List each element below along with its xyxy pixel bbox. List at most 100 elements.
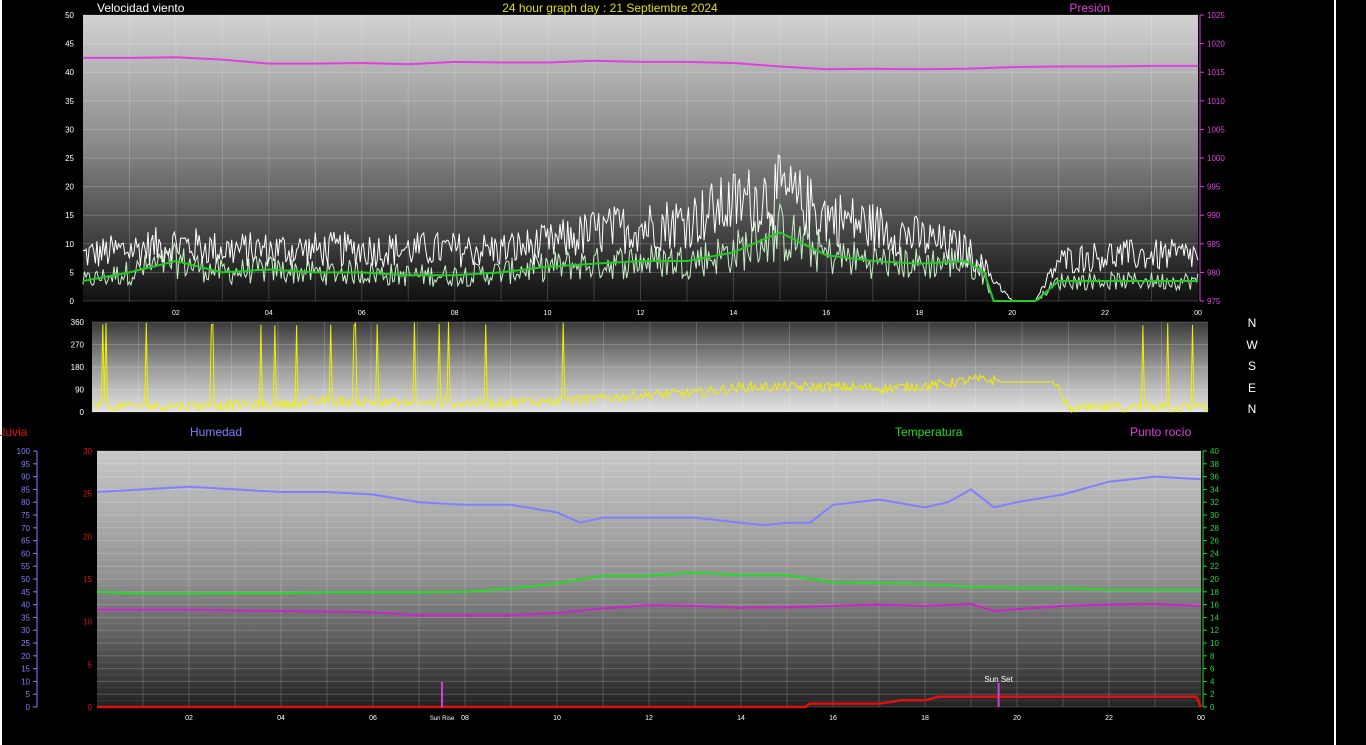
humidity-y-tick: 15	[21, 665, 30, 674]
pressure-y-tick: 980	[1207, 268, 1221, 277]
temperature-y-tick: 36	[1210, 473, 1219, 482]
temperature-y-tick: 38	[1210, 460, 1219, 469]
humidity-y-tick: 30	[21, 626, 30, 635]
temperature-y-tick: 2	[1210, 690, 1215, 699]
direction-y-tick: 90	[75, 386, 84, 395]
climate-x-tick: 00	[1197, 715, 1205, 722]
compass-n-bottom: N	[1248, 402, 1257, 416]
temperature-y-tick: 26	[1210, 537, 1219, 546]
climate-x-tick: 22	[1105, 715, 1113, 722]
rain-y-tick: 20	[83, 532, 92, 541]
left-frame-line	[0, 0, 2, 745]
compass-s: S	[1248, 359, 1256, 373]
climate-x-tick: 08	[461, 715, 469, 722]
climate-x-tick: 16	[829, 715, 837, 722]
temperature-y-tick: 0	[1210, 703, 1215, 712]
temperature-y-tick: 30	[1210, 511, 1219, 520]
right-frame-line	[1334, 0, 1336, 745]
climate-x-tick: 02	[185, 715, 193, 722]
rain-y-tick: 25	[83, 490, 92, 499]
rain-y-tick: 15	[83, 575, 92, 584]
humidity-y-tick: 75	[21, 511, 30, 520]
humidity-y-tick: 45	[21, 588, 30, 597]
wind-x-tick: 22	[1101, 310, 1109, 317]
climate-x-tick: 20	[1013, 715, 1021, 722]
direction-y-tick: 360	[71, 318, 85, 327]
rain-y-tick: 30	[83, 447, 92, 456]
direction-y-tick: 0	[80, 408, 85, 417]
temperature-y-tick: 14	[1210, 613, 1219, 622]
pressure-title: Presión	[1069, 1, 1110, 15]
wind-y-tick: 10	[65, 240, 74, 249]
temperature-y-tick: 12	[1210, 626, 1219, 635]
temperature-y-tick: 10	[1210, 639, 1219, 648]
climate-x-tick: 10	[553, 715, 561, 722]
humidity-title: Humedad	[190, 425, 242, 439]
dewpoint-title: Punto rocío	[1130, 425, 1192, 439]
wind-x-tick: 20	[1008, 310, 1016, 317]
humidity-y-tick: 80	[21, 498, 30, 507]
humidity-y-tick: 65	[21, 537, 30, 546]
temperature-y-tick: 40	[1210, 447, 1219, 456]
humidity-y-tick: 10	[21, 677, 30, 686]
pressure-y-tick: 1010	[1207, 97, 1225, 106]
pressure-y-tick: 990	[1207, 211, 1221, 220]
humidity-y-tick: 100	[17, 447, 31, 456]
sun-set-label: Sun Set	[984, 675, 1013, 684]
weather-graph: Velocidad viento 24 hour graph day : 21 …	[0, 0, 1336, 745]
humidity-y-tick: 60	[21, 549, 30, 558]
wind-x-tick: 06	[358, 310, 366, 317]
compass-w: W	[1246, 338, 1258, 352]
humidity-y-tick: 25	[21, 639, 30, 648]
wind-y-tick: 35	[65, 97, 74, 106]
humidity-y-tick: 55	[21, 562, 30, 571]
pressure-y-tick: 1000	[1207, 154, 1225, 163]
humidity-y-tick: 85	[21, 485, 30, 494]
compass-e: E	[1248, 381, 1256, 395]
humidity-y-tick: 90	[21, 473, 30, 482]
temperature-y-tick: 32	[1210, 498, 1219, 507]
wind-y-tick: 50	[65, 11, 74, 20]
temperature-y-tick: 28	[1210, 524, 1219, 533]
humidity-y-tick: 40	[21, 601, 30, 610]
pressure-y-tick: 1025	[1207, 11, 1225, 20]
wind-y-tick: 30	[65, 125, 74, 134]
wind-y-tick: 0	[70, 297, 75, 306]
temperature-y-tick: 20	[1210, 575, 1219, 584]
wind-x-tick: 04	[265, 310, 273, 317]
temperature-y-tick: 6	[1210, 665, 1215, 674]
direction-y-tick: 180	[71, 363, 85, 372]
wind-x-tick: 10	[544, 310, 552, 317]
rain-title: Lluvia	[0, 425, 28, 439]
temperature-y-tick: 22	[1210, 562, 1219, 571]
temperature-y-tick: 4	[1210, 677, 1215, 686]
humidity-y-tick: 35	[21, 613, 30, 622]
temperature-y-tick: 16	[1210, 601, 1219, 610]
wind-x-tick: 16	[822, 310, 830, 317]
humidity-y-tick: 20	[21, 652, 30, 661]
pressure-y-tick: 1020	[1207, 40, 1225, 49]
wind-y-tick: 5	[70, 268, 75, 277]
compass-labels: N W S E N	[1246, 316, 1258, 416]
wind-x-tick: 14	[730, 310, 738, 317]
pressure-y-tick: 995	[1207, 183, 1221, 192]
temperature-y-tick: 24	[1210, 549, 1219, 558]
pressure-y-tick: 975	[1207, 297, 1221, 306]
pressure-y-tick: 1005	[1207, 125, 1225, 134]
temperature-title: Temperatura	[895, 425, 963, 439]
rain-y-tick: 10	[83, 618, 92, 627]
rain-y-tick: 0	[88, 703, 93, 712]
humidity-y-tick: 70	[21, 524, 30, 533]
humidity-y-tick: 5	[26, 690, 31, 699]
rain-y-tick: 5	[88, 660, 93, 669]
climate-x-tick: 04	[277, 715, 285, 722]
humidity-y-tick: 0	[26, 703, 31, 712]
wind-y-tick: 45	[65, 40, 74, 49]
sun-rise-label: Sun Rise	[430, 716, 455, 722]
wind-y-tick: 20	[65, 183, 74, 192]
wind-title: Velocidad viento	[97, 1, 185, 15]
humidity-y-tick: 50	[21, 575, 30, 584]
climate-x-tick: 14	[737, 715, 745, 722]
wind-x-tick: 00	[1194, 310, 1202, 317]
wind-x-tick: 08	[451, 310, 459, 317]
